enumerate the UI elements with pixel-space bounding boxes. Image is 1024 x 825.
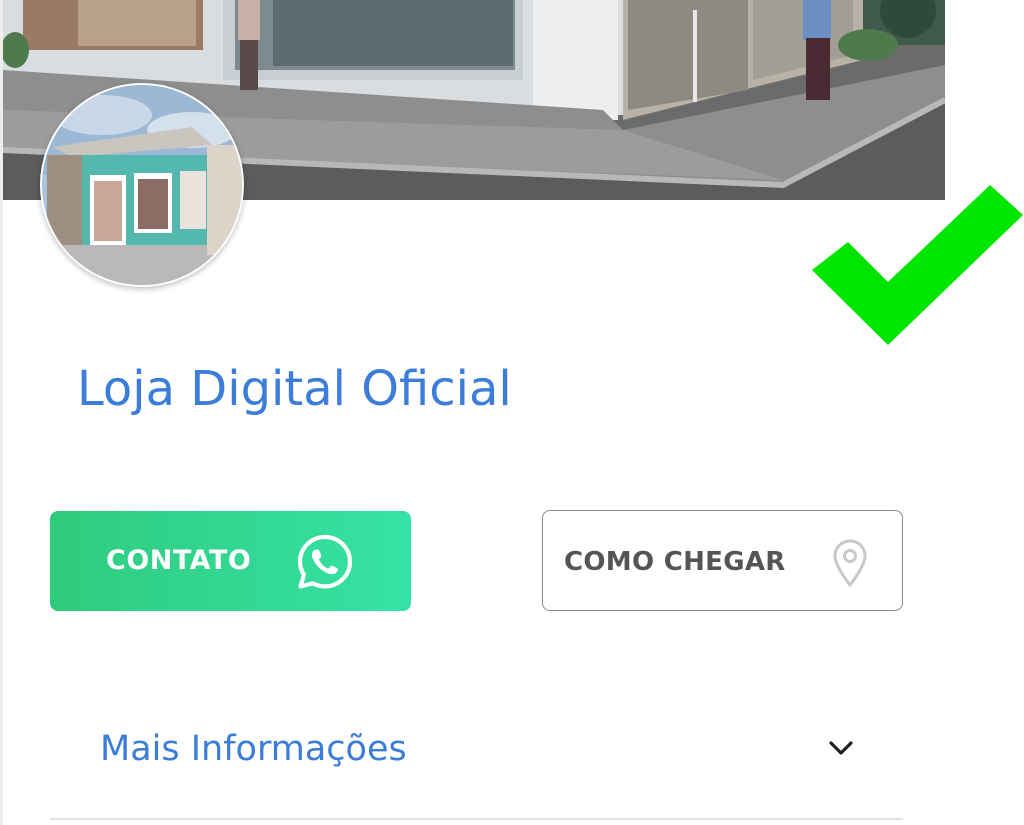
chevron-down-icon xyxy=(829,741,853,755)
map-pin-icon xyxy=(833,539,867,587)
store-profile-page: Loja Digital Oficial CONTATO COMO CHEGAR… xyxy=(0,0,1024,825)
store-avatar xyxy=(40,83,244,287)
directions-button-label: COMO CHEGAR xyxy=(564,547,786,577)
whatsapp-icon xyxy=(297,534,353,589)
contact-button[interactable]: CONTATO xyxy=(50,511,411,611)
contact-button-label: CONTATO xyxy=(106,545,252,576)
more-info-label: Mais Informações xyxy=(100,729,407,769)
check-icon xyxy=(812,185,1023,345)
more-info-toggle[interactable]: Mais Informações xyxy=(50,700,903,820)
directions-button[interactable]: COMO CHEGAR xyxy=(542,510,903,611)
store-name: Loja Digital Oficial xyxy=(77,361,512,417)
